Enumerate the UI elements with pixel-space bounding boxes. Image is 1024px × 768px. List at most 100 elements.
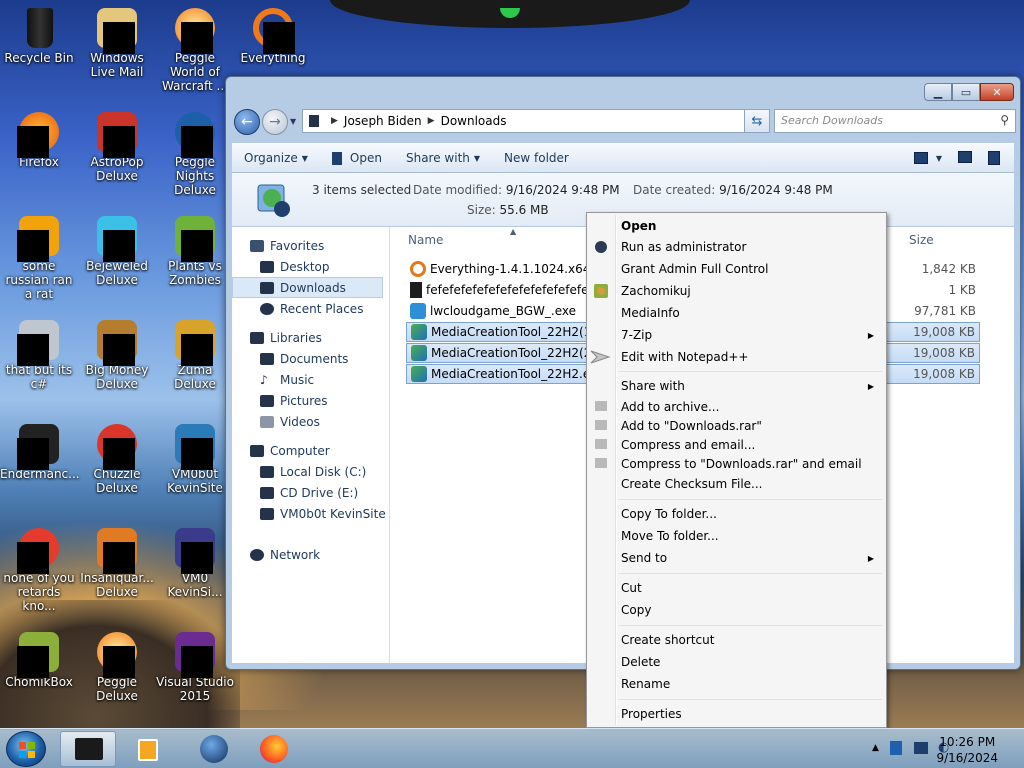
forward-button[interactable]: →: [262, 109, 288, 135]
back-arrow-icon: ←: [241, 114, 253, 130]
desktop-icon-vm0-kevinsi[interactable]: VM0 KevinSi...: [156, 528, 234, 599]
nav-videos[interactable]: Videos: [232, 411, 389, 432]
recent-pages-dropdown-icon[interactable]: ▼: [290, 117, 296, 126]
breadcrumb-item-user[interactable]: Joseph Biden: [344, 114, 422, 128]
address-bar[interactable]: ▶ Joseph Biden ▶ Downloads ▼: [302, 109, 766, 133]
menu-item-create-shortcut[interactable]: Create shortcut: [621, 630, 880, 650]
change-view-button[interactable]: ▼: [913, 151, 942, 165]
game-icon: [171, 320, 219, 366]
game-icon: [93, 424, 141, 470]
media-player-icon: [138, 739, 158, 761]
nav-vm-drive[interactable]: VM0b0t KevinSite: [232, 503, 389, 524]
submenu-arrow-icon: ▶: [867, 330, 874, 340]
nav-pictures[interactable]: Pictures: [232, 390, 389, 411]
menu-item-add-to-downloads-rar[interactable]: Add to "Downloads.rar": [621, 416, 880, 436]
menu-item-move-to-folder[interactable]: Move To folder...: [621, 526, 880, 546]
nav-computer[interactable]: Computer: [232, 440, 389, 461]
desktop-icon-recycle-bin[interactable]: Recycle Bin: [0, 8, 78, 65]
breadcrumb-item-downloads[interactable]: Downloads: [441, 114, 507, 128]
menu-item-run-as-administrator[interactable]: Run as administrator: [621, 237, 880, 257]
desktop-icon-chuzzle[interactable]: Chuzzle Deluxe: [78, 424, 156, 495]
desktop-icon-some-russian[interactable]: some russian ran a rat: [0, 216, 78, 301]
nav-downloads[interactable]: Downloads: [232, 277, 383, 298]
desktop-icon-peggle-wow[interactable]: Peggle World of Warcraft ...: [156, 8, 234, 93]
open-button[interactable]: Open: [320, 151, 394, 165]
new-folder-button[interactable]: New folder: [492, 151, 581, 165]
desktop-icon-windows-live-mail[interactable]: Windows Live Mail: [78, 8, 156, 79]
desktop-icon-that-but-its[interactable]: that but its c#: [0, 320, 78, 391]
menu-item-compress-downloads-email[interactable]: Compress to "Downloads.rar" and email: [621, 454, 880, 474]
refresh-button[interactable]: ⇆: [744, 109, 770, 133]
desktop-icon-endermanc[interactable]: Endermanc...: [0, 424, 80, 481]
maximize-icon: ▭: [960, 85, 972, 99]
computer-icon: [250, 444, 264, 457]
show-hidden-icons-icon[interactable]: ▲: [872, 743, 879, 753]
nav-network[interactable]: Network: [232, 544, 389, 565]
minimize-button[interactable]: ▁: [924, 83, 952, 101]
menu-item-cut[interactable]: Cut: [621, 578, 880, 598]
menu-item-copy[interactable]: Copy: [621, 600, 880, 620]
taskbar-explorer-button[interactable]: [60, 731, 116, 767]
column-header-size[interactable]: Size: [909, 233, 934, 247]
desktop-icon-plants-vs-zombies[interactable]: Plants vs Zombies: [156, 216, 234, 287]
share-with-button[interactable]: Share with ▼: [394, 151, 492, 165]
menu-item-properties[interactable]: Properties: [621, 704, 880, 724]
menu-item-send-to[interactable]: Send to ▶: [621, 548, 880, 568]
nav-recent-places[interactable]: Recent Places: [232, 298, 389, 319]
chomikbox-icon: [15, 632, 63, 678]
menu-item-zachomikuj[interactable]: Zachomikuj: [621, 281, 880, 301]
menu-item-delete[interactable]: Delete: [621, 652, 880, 672]
help-button[interactable]: [988, 151, 1000, 165]
start-button[interactable]: [6, 731, 46, 767]
search-input[interactable]: Search Downloads ⚲: [774, 109, 1016, 133]
desktop-icon-big-money[interactable]: Big Money Deluxe: [78, 320, 156, 391]
desktop-icon-firefox[interactable]: Firefox: [0, 112, 78, 169]
menu-item-compress-and-email[interactable]: Compress and email...: [621, 435, 880, 455]
menu-item-rename[interactable]: Rename: [621, 674, 880, 694]
nav-cd-drive[interactable]: CD Drive (E:): [232, 482, 389, 503]
desktop-icon-none-of-you[interactable]: none of you retards kno...: [0, 528, 78, 613]
context-menu[interactable]: Open Run as administrator Grant Admin Fu…: [586, 212, 887, 728]
desktop-icon-chomikbox[interactable]: ChomikBox: [0, 632, 78, 689]
organize-button[interactable]: Organize ▼: [232, 151, 320, 165]
submenu-arrow-icon: ▶: [867, 381, 874, 391]
desktop-icon-visual-studio[interactable]: Visual Studio 2015: [156, 632, 234, 703]
menu-item-copy-to-folder[interactable]: Copy To folder...: [621, 504, 880, 524]
system-clock[interactable]: 10:26 PM 9/16/2024: [936, 734, 998, 766]
desktop-icon-bejeweled[interactable]: Bejeweled Deluxe: [78, 216, 156, 287]
app-icon: [15, 528, 63, 574]
winrar-icon: [595, 458, 607, 468]
nav-local-disk[interactable]: Local Disk (C:): [232, 461, 389, 482]
nav-desktop[interactable]: Desktop: [232, 256, 389, 277]
nav-documents[interactable]: Documents: [232, 348, 389, 369]
menu-item-add-to-archive[interactable]: Add to archive...: [621, 397, 880, 417]
menu-item-mediainfo[interactable]: MediaInfo: [621, 303, 880, 323]
tray-network-icon[interactable]: [914, 742, 928, 754]
desktop-icon-insaniquarium[interactable]: Insaniquar... Deluxe: [78, 528, 156, 599]
column-header-name[interactable]: Name: [408, 233, 443, 247]
nav-music[interactable]: ♪ Music: [232, 369, 389, 390]
nav-libraries[interactable]: Libraries: [232, 327, 389, 348]
nav-favorites[interactable]: Favorites: [232, 235, 389, 256]
search-icon[interactable]: ⚲: [1000, 113, 1009, 127]
preview-pane-button[interactable]: [958, 151, 972, 163]
menu-item-create-checksum[interactable]: Create Checksum File...: [621, 474, 880, 494]
desktop-icon-astropop[interactable]: AstroPop Deluxe: [78, 112, 156, 183]
menu-item-7zip[interactable]: 7-Zip ▶: [621, 325, 880, 345]
close-button[interactable]: ✕: [980, 83, 1014, 101]
desktop-icon-zuma[interactable]: Zuma Deluxe: [156, 320, 234, 391]
tray-app-icon[interactable]: [890, 741, 902, 755]
back-button[interactable]: ←: [234, 109, 260, 135]
menu-item-open[interactable]: Open: [621, 216, 880, 236]
menu-item-share-with[interactable]: Share with ▶: [621, 376, 880, 396]
menu-item-edit-notepad[interactable]: Edit with Notepad++: [621, 347, 880, 367]
desktop-icon-peggle-deluxe[interactable]: Peggle Deluxe: [78, 632, 156, 703]
maximize-button[interactable]: ▭: [952, 83, 980, 101]
desktop-icon-everything[interactable]: Everything: [234, 8, 312, 65]
desktop-icon-peggle-nights[interactable]: Peggle Nights Deluxe: [156, 112, 234, 197]
menu-item-grant-admin[interactable]: Grant Admin Full Control: [621, 259, 880, 279]
desktop-icon-vm0b0t-kevinsite[interactable]: VM0b0t KevinSite: [156, 424, 234, 495]
taskbar-media-player-button[interactable]: [120, 731, 176, 767]
taskbar-app-button[interactable]: [186, 731, 242, 767]
taskbar-firefox-button[interactable]: [246, 731, 302, 767]
